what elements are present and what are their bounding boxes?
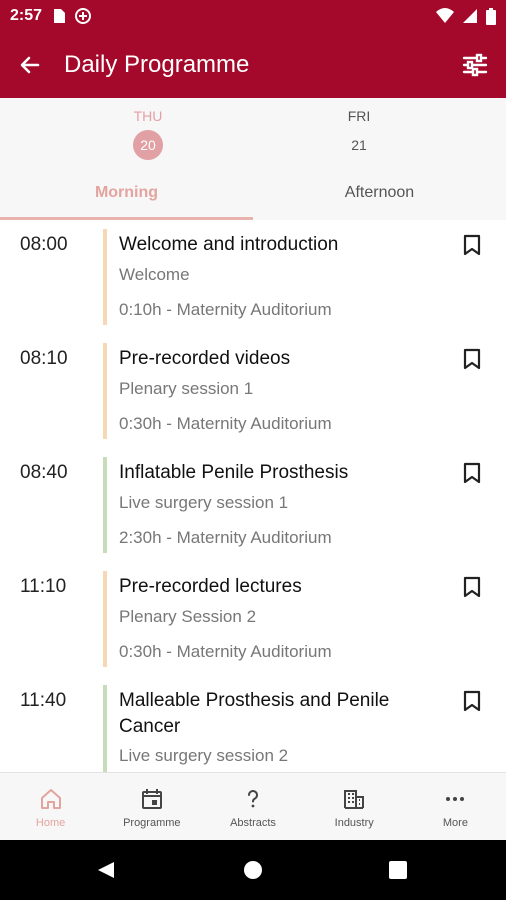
programme-item[interactable]: 11:10 Pre-recorded lectures Plenary Sess… — [0, 562, 506, 676]
nav-label: Abstracts — [230, 817, 276, 829]
item-title: Inflatable Penile Prosthesis — [119, 462, 349, 483]
item-time: 08:40 — [20, 462, 68, 483]
day-name: FRI — [347, 108, 371, 124]
item-session: Plenary session 1 — [119, 379, 254, 398]
wifi-icon — [436, 8, 454, 23]
system-navigation-bar — [0, 840, 506, 900]
item-meta: 0:30h - Maternity Auditorium — [119, 414, 332, 433]
nav-industry[interactable]: Industry — [304, 773, 405, 840]
nav-label: Home — [35, 817, 66, 829]
nav-abstracts[interactable]: Abstracts — [202, 773, 303, 840]
item-session: Live surgery session 2 — [119, 746, 289, 765]
bookmark-icon[interactable] — [463, 348, 481, 370]
building-icon — [344, 790, 365, 809]
day-selector: THU 20 FRI 21 — [0, 98, 506, 170]
programme-item[interactable]: 08:00 Welcome and introduction Welcome 0… — [0, 220, 506, 334]
item-title: Pre-recorded videos — [119, 348, 291, 369]
data-saver-icon — [75, 8, 92, 24]
session-tabs: Morning Afternoon — [0, 170, 506, 220]
calendar-icon — [141, 789, 162, 809]
nav-label: Industry — [334, 817, 374, 829]
programme-item[interactable]: 08:40 Inflatable Penile Prosthesis Live … — [0, 448, 506, 562]
status-time: 2:57 — [10, 7, 43, 24]
signal-icon — [463, 9, 477, 23]
status-bar: 2:57 — [0, 0, 506, 32]
day-name: THU — [133, 108, 163, 124]
session-color-bar — [103, 685, 107, 772]
item-session: Live surgery session 1 — [119, 493, 289, 512]
home-icon — [40, 789, 61, 809]
system-recents-icon[interactable] — [389, 861, 407, 879]
item-title: Pre-recorded lectures — [119, 576, 302, 597]
item-session: Welcome — [119, 265, 190, 284]
filter-sliders-icon[interactable] — [462, 53, 488, 77]
item-session: Plenary Session 2 — [119, 607, 257, 626]
app-bar: Daily Programme — [0, 32, 506, 98]
item-title: Welcome and introduction — [119, 234, 339, 255]
nav-label: More — [442, 817, 468, 829]
system-home-icon[interactable] — [243, 860, 263, 880]
question-mark-icon — [248, 790, 258, 808]
bookmark-icon[interactable] — [463, 462, 481, 484]
item-meta: 0:30h - Maternity Auditorium — [119, 642, 332, 661]
system-back-icon[interactable] — [96, 860, 116, 880]
nav-programme[interactable]: Programme — [101, 773, 202, 840]
item-time: 08:10 — [20, 348, 68, 369]
page-title: Daily Programme — [64, 51, 250, 78]
bookmark-icon[interactable] — [463, 690, 481, 712]
programme-item[interactable]: 08:10 Pre-recorded videos Plenary sessio… — [0, 334, 506, 448]
session-color-bar — [103, 343, 107, 439]
day-number: 21 — [351, 137, 367, 153]
bookmark-icon[interactable] — [463, 576, 481, 598]
tab-morning[interactable]: Morning — [0, 170, 253, 220]
day-number: 20 — [133, 130, 163, 160]
more-dots-icon — [446, 797, 465, 801]
item-time: 11:40 — [20, 690, 67, 711]
bottom-navigation: Home Programme Abstracts Industry More — [0, 772, 506, 840]
programme-item[interactable]: 11:40 Malleable Prosthesis and Penile Ca… — [0, 676, 506, 772]
item-time: 11:10 — [20, 576, 67, 597]
nav-label: Programme — [123, 817, 181, 829]
day-thu[interactable]: THU 20 — [118, 108, 178, 160]
session-color-bar — [103, 571, 107, 667]
day-fri[interactable]: FRI 21 — [329, 108, 389, 160]
programme-list: 08:00 Welcome and introduction Welcome 0… — [0, 220, 506, 772]
session-color-bar — [103, 457, 107, 553]
nav-home[interactable]: Home — [0, 773, 101, 840]
session-color-bar — [103, 229, 107, 325]
nav-more[interactable]: More — [405, 773, 506, 840]
back-arrow-icon[interactable] — [18, 53, 42, 77]
bookmark-icon[interactable] — [463, 234, 481, 256]
sim-card-icon — [54, 9, 66, 23]
tab-afternoon[interactable]: Afternoon — [253, 170, 506, 220]
item-time: 08:00 — [20, 234, 68, 255]
item-meta: 2:30h - Maternity Auditorium — [119, 528, 332, 547]
item-meta: 0:10h - Maternity Auditorium — [119, 300, 332, 319]
item-title: Malleable Prosthesis and Penile Cancer — [119, 690, 390, 737]
battery-icon — [486, 7, 496, 25]
